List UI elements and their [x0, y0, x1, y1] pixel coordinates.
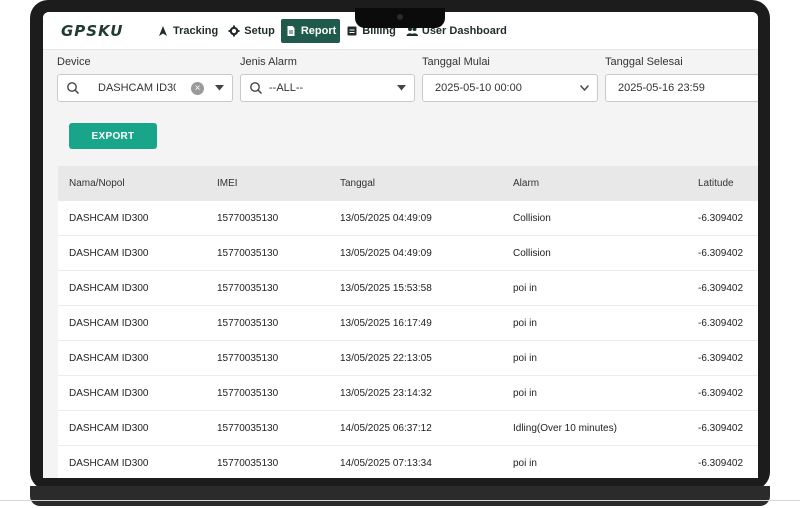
- clear-icon[interactable]: ×: [191, 82, 204, 95]
- alarm-filter: Jenis Alarm --ALL--: [240, 56, 415, 102]
- end-date-input[interactable]: 2025-05-16 23:59: [605, 74, 758, 102]
- end-date-value: 2025-05-16 23:59: [618, 82, 705, 94]
- table-row[interactable]: DASHCAM ID300 15770035130 13/05/2025 15:53…: [58, 271, 758, 306]
- nav-item-tracking[interactable]: Tracking: [153, 19, 222, 43]
- cell-nama: DASHCAM ID300: [69, 422, 149, 434]
- camera-notch: [355, 8, 445, 28]
- cell-imei: 15770035130: [217, 387, 279, 399]
- caret-down-icon: [397, 85, 406, 91]
- cell-latitude: -6.309402: [698, 387, 744, 399]
- filter-bar: Device DASHCAM ID300 × Jenis Alarm --ALL…: [57, 56, 758, 116]
- cell-latitude: -6.309402: [698, 247, 744, 259]
- cell-tanggal: 13/05/2025 15:53:58: [340, 282, 432, 294]
- cell-tanggal: 13/05/2025 04:49:09: [340, 212, 432, 224]
- app-screen: GPSKU Tracking Setup Report Billing User…: [43, 12, 758, 478]
- nav-item-setup[interactable]: Setup: [224, 19, 279, 43]
- cell-alarm: poi in: [513, 457, 537, 469]
- cell-alarm: poi in: [513, 387, 537, 399]
- export-button[interactable]: EXPORT: [69, 123, 157, 149]
- header-nama[interactable]: Nama/Nopol: [69, 178, 125, 189]
- table-row[interactable]: DASHCAM ID300 15770035130 13/05/2025 04:49…: [58, 201, 758, 236]
- nav-item-label: Tracking: [173, 25, 219, 37]
- cell-tanggal: 13/05/2025 23:14:32: [340, 387, 432, 399]
- header-alarm[interactable]: Alarm: [513, 178, 539, 189]
- cell-imei: 15770035130: [217, 422, 279, 434]
- cell-nama: DASHCAM ID300: [69, 212, 149, 224]
- laptop-base: [30, 486, 770, 506]
- header-latitude[interactable]: Latitude: [698, 178, 734, 189]
- cell-imei: 15770035130: [217, 457, 279, 469]
- cell-tanggal: 13/05/2025 22:13:05: [340, 352, 432, 364]
- cell-imei: 15770035130: [217, 282, 279, 294]
- search-icon: [67, 82, 80, 95]
- cell-latitude: -6.309402: [698, 352, 744, 364]
- start-date-label: Tanggal Mulai: [422, 56, 490, 68]
- cell-nama: DASHCAM ID300: [69, 352, 149, 364]
- surface-line: [0, 500, 800, 501]
- cell-alarm: Idling(Over 10 minutes): [513, 422, 617, 434]
- cell-alarm: Collision: [513, 247, 551, 259]
- table-row[interactable]: DASHCAM ID300 15770035130 14/05/2025 07:13…: [58, 446, 758, 478]
- report-table: Nama/Nopol IMEI Tanggal Alarm Latitude D…: [58, 166, 758, 478]
- cell-nama: DASHCAM ID300: [69, 282, 149, 294]
- device-select[interactable]: DASHCAM ID300 ×: [57, 74, 233, 102]
- device-filter: Device DASHCAM ID300 ×: [57, 56, 233, 102]
- start-date-input[interactable]: 2025-05-10 00:00: [422, 74, 598, 102]
- nav-menu: Tracking Setup Report Billing User Dashb…: [153, 18, 513, 44]
- alarm-select[interactable]: --ALL--: [240, 74, 415, 102]
- cell-nama: DASHCAM ID300: [69, 247, 149, 259]
- cell-alarm: poi in: [513, 352, 537, 364]
- cell-alarm: poi in: [513, 317, 537, 329]
- document-icon: [287, 26, 295, 36]
- cell-latitude: -6.309402: [698, 212, 744, 224]
- cell-latitude: -6.309402: [698, 282, 744, 294]
- table-header: Nama/Nopol IMEI Tanggal Alarm Latitude: [58, 166, 758, 201]
- camera-icon: [397, 14, 403, 20]
- cell-tanggal: 14/05/2025 06:37:12: [340, 422, 432, 434]
- start-date-filter: Tanggal Mulai 2025-05-10 00:00: [422, 56, 598, 102]
- nav-item-label: Report: [300, 25, 337, 37]
- cell-imei: 15770035130: [217, 247, 279, 259]
- alarm-value: --ALL--: [269, 82, 304, 94]
- chevron-down-icon: [580, 85, 589, 91]
- device-value: DASHCAM ID300: [98, 82, 176, 94]
- cell-nama: DASHCAM ID300: [69, 457, 149, 469]
- nav-item-report[interactable]: Report: [280, 19, 341, 43]
- table-row[interactable]: DASHCAM ID300 15770035130 13/05/2025 04:49…: [58, 236, 758, 271]
- billing-icon: [347, 26, 357, 36]
- logo[interactable]: GPSKU: [61, 22, 131, 40]
- table-row[interactable]: DASHCAM ID300 15770035130 13/05/2025 16:17…: [58, 306, 758, 341]
- cell-tanggal: 14/05/2025 07:13:34: [340, 457, 432, 469]
- cell-latitude: -6.309402: [698, 457, 744, 469]
- cell-imei: 15770035130: [217, 352, 279, 364]
- start-date-value: 2025-05-10 00:00: [435, 82, 522, 94]
- table-row[interactable]: DASHCAM ID300 15770035130 14/05/2025 06:37…: [58, 411, 758, 446]
- cell-nama: DASHCAM ID300: [69, 317, 149, 329]
- cell-nama: DASHCAM ID300: [69, 387, 149, 399]
- cell-alarm: Collision: [513, 212, 551, 224]
- table-row[interactable]: DASHCAM ID300 15770035130 13/05/2025 22:13…: [58, 341, 758, 376]
- cell-latitude: -6.309402: [698, 317, 744, 329]
- alarm-label: Jenis Alarm: [240, 56, 297, 68]
- table-row[interactable]: DASHCAM ID300 15770035130 13/05/2025 23:14…: [58, 376, 758, 411]
- cell-alarm: poi in: [513, 282, 537, 294]
- caret-down-icon[interactable]: [215, 85, 224, 91]
- header-imei[interactable]: IMEI: [217, 178, 238, 189]
- table-body: DASHCAM ID300 15770035130 13/05/2025 04:49…: [58, 201, 758, 478]
- cell-latitude: -6.309402: [698, 422, 744, 434]
- end-date-label: Tanggal Selesai: [605, 56, 683, 68]
- cell-imei: 15770035130: [217, 212, 279, 224]
- end-date-filter: Tanggal Selesai 2025-05-16 23:59: [605, 56, 758, 102]
- nav-item-label: Setup: [244, 25, 275, 37]
- cell-imei: 15770035130: [217, 317, 279, 329]
- cell-tanggal: 13/05/2025 16:17:49: [340, 317, 432, 329]
- cell-tanggal: 13/05/2025 04:49:09: [340, 247, 432, 259]
- header-tanggal[interactable]: Tanggal: [340, 178, 375, 189]
- search-icon: [250, 82, 263, 95]
- gear-icon: [228, 25, 240, 37]
- navigation-arrow-icon: [159, 26, 167, 36]
- device-label: Device: [57, 56, 91, 68]
